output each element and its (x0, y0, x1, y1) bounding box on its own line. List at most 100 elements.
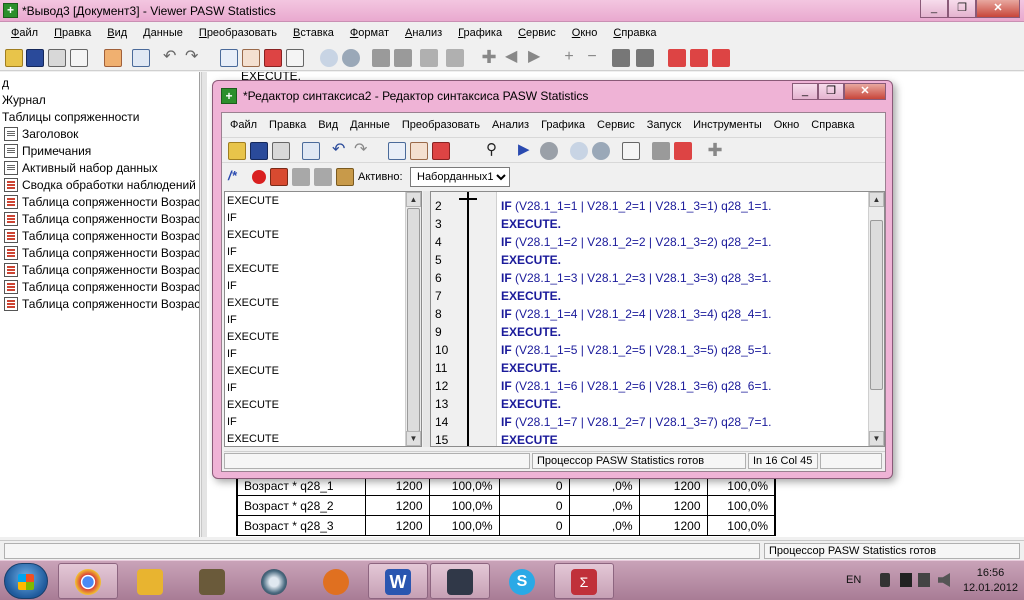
syntax-pane-splitter[interactable] (423, 191, 430, 447)
forward-icon[interactable]: ▶ (528, 49, 546, 67)
editor-scroll-thumb[interactable] (870, 220, 883, 390)
code-line[interactable]: IF (V28.1_1=7 | V28.1_2=7 | V28.1_3=7) q… (501, 413, 771, 431)
clear-bookmarks-icon[interactable] (336, 168, 354, 186)
redo-icon[interactable]: ↷ (185, 49, 203, 67)
outline-item[interactable]: Заголовок (4, 125, 78, 142)
outline-item[interactable]: Таблица сопряженности Возраст (4, 210, 199, 227)
syntax-menu-window[interactable]: Окно (768, 119, 806, 131)
code-line[interactable]: IF (V28.1_1=3 | V28.1_2=3 | V28.1_3=3) q… (501, 269, 771, 287)
syntax-menu-transform[interactable]: Преобразовать (396, 119, 486, 131)
menu-window[interactable]: Окно (564, 27, 606, 39)
syntax-navigation-pane[interactable]: EXECUTE IF EXECUTE IF EXECUTE IF EXECUTE… (224, 191, 422, 447)
list-item[interactable]: EXECUTE (227, 261, 279, 278)
outline-item[interactable]: Таблица сопряженности Возраст (4, 278, 199, 295)
menu-format[interactable]: Формат (342, 27, 397, 39)
syntax-menu-view[interactable]: Вид (312, 119, 344, 131)
list-item[interactable]: EXECUTE (227, 227, 279, 244)
syntax-editor[interactable]: 2 3 4 5 6 7 8 9 10 11 12 13 14 15 IF (V2… (430, 191, 885, 447)
bookmark-icon[interactable] (270, 168, 288, 186)
syntax-menu-tools[interactable]: Инструменты (687, 119, 768, 131)
print-preview-icon[interactable] (70, 49, 88, 67)
language-indicator[interactable]: EN (846, 574, 861, 586)
designate-window-icon[interactable] (446, 49, 464, 67)
syntax-select-cases-icon[interactable] (570, 142, 588, 160)
show-icon[interactable] (668, 49, 686, 67)
code-line[interactable]: EXECUTE. (501, 395, 561, 413)
expand-icon[interactable] (612, 49, 630, 67)
menu-view[interactable]: Вид (99, 27, 135, 39)
menu-graphs[interactable]: Графика (450, 27, 510, 39)
taskbar-skype[interactable]: S (492, 563, 552, 599)
list-item[interactable]: IF (227, 346, 237, 363)
code-line[interactable]: EXECUTE. (501, 215, 561, 233)
outline-item[interactable]: Таблица сопряженности Возраст (4, 193, 199, 210)
taskbar-app-5[interactable] (306, 563, 366, 599)
maximize-button[interactable]: ❐ (948, 0, 976, 18)
list-item[interactable]: IF (227, 244, 237, 261)
promote-icon[interactable]: + (560, 49, 578, 67)
editor-scroll-up-arrow-icon[interactable]: ▲ (869, 192, 884, 207)
syntax-menu-utilities[interactable]: Сервис (591, 119, 641, 131)
prev-bookmark-icon[interactable] (314, 168, 332, 186)
outline-item[interactable]: Сводка обработки наблюдений (4, 176, 196, 193)
menu-edit[interactable]: Правка (46, 27, 99, 39)
outline-item[interactable]: Таблицы сопряженности (2, 108, 140, 125)
code-line[interactable]: EXECUTE. (501, 287, 561, 305)
code-line[interactable]: EXECUTE. (501, 251, 561, 269)
start-button[interactable] (4, 563, 48, 599)
syntax-variables-icon[interactable] (432, 142, 450, 160)
syntax-use-sets-icon[interactable] (652, 142, 670, 160)
list-item[interactable]: EXECUTE (227, 193, 279, 210)
open-icon[interactable] (5, 49, 23, 67)
taskbar-chrome[interactable] (58, 563, 118, 599)
outline-pane[interactable]: д Журнал Таблицы сопряженности Заголовок… (0, 72, 200, 537)
outline-item[interactable]: Таблица сопряженности Возраст (4, 261, 199, 278)
run-icon[interactable]: ▶ (518, 142, 536, 160)
syntax-goto-variable-icon[interactable] (410, 142, 428, 160)
menu-data[interactable]: Данные (135, 27, 191, 39)
collapse-icon[interactable] (636, 49, 654, 67)
syntax-redo-icon[interactable]: ↷ (354, 142, 372, 160)
syntax-menu-data[interactable]: Данные (344, 119, 396, 131)
list-item[interactable]: IF (227, 312, 237, 329)
taskbar-app-4[interactable] (244, 563, 304, 599)
outline-item[interactable]: д (2, 74, 9, 91)
syntax-undo-icon[interactable]: ↶ (332, 142, 350, 160)
syntax-menu-analyze[interactable]: Анализ (486, 119, 535, 131)
outline-item[interactable]: Таблица сопряженности Возраст (4, 244, 199, 261)
code-line[interactable]: IF (V28.1_1=2 | V28.1_2=2 | V28.1_3=2) q… (501, 233, 771, 251)
editor-scrollbar[interactable]: ▲ ▼ (868, 192, 884, 446)
next-bookmark-icon[interactable] (292, 168, 310, 186)
find-icon[interactable]: ⚲ (486, 142, 504, 160)
breakpoint-icon[interactable] (252, 170, 266, 184)
code-line[interactable]: EXECUTE. (501, 323, 561, 341)
taskbar-app-2[interactable] (120, 563, 180, 599)
designate-window-icon[interactable] (674, 142, 692, 160)
value-labels-icon[interactable] (372, 49, 390, 67)
list-item[interactable]: EXECUTE (227, 431, 279, 446)
insert-icon[interactable]: ✚ (480, 48, 498, 67)
syntax-menu-run[interactable]: Запуск (641, 119, 687, 131)
syntax-dialog-recall-icon[interactable] (302, 142, 320, 160)
back-icon[interactable]: ◀ (505, 49, 523, 67)
outline-item[interactable]: Примечания (4, 142, 91, 159)
syntax-goto-case-icon[interactable] (388, 142, 406, 160)
syntax-close-button[interactable]: ✕ (844, 83, 886, 100)
power-icon[interactable] (918, 573, 930, 587)
taskbar-spss[interactable]: Σ (554, 563, 614, 599)
tray-arrow-icon[interactable] (880, 573, 890, 587)
code-line[interactable]: IF (V28.1_1=5 | V28.1_2=5 | V28.1_3=5) q… (501, 341, 771, 359)
data-table-icon[interactable] (286, 49, 304, 67)
navigation-scrollbar[interactable]: ▲ ▼ (405, 192, 421, 446)
list-item[interactable]: EXECUTE (227, 363, 279, 380)
run-to-end-icon[interactable] (540, 142, 558, 160)
syntax-weight-cases-icon[interactable] (592, 142, 610, 160)
insert-heading-icon[interactable] (712, 49, 730, 67)
list-item[interactable]: EXECUTE (227, 329, 279, 346)
syntax-menu-graphs[interactable]: Графика (535, 119, 591, 131)
list-item[interactable]: IF (227, 278, 237, 295)
clock[interactable]: 16:56 12.01.2012 (963, 566, 1018, 596)
list-item[interactable]: EXECUTE (227, 295, 279, 312)
goto-case-icon[interactable] (220, 49, 238, 67)
code-line[interactable]: IF (V28.1_1=1 | V28.1_2=1 | V28.1_3=1) q… (501, 197, 771, 215)
